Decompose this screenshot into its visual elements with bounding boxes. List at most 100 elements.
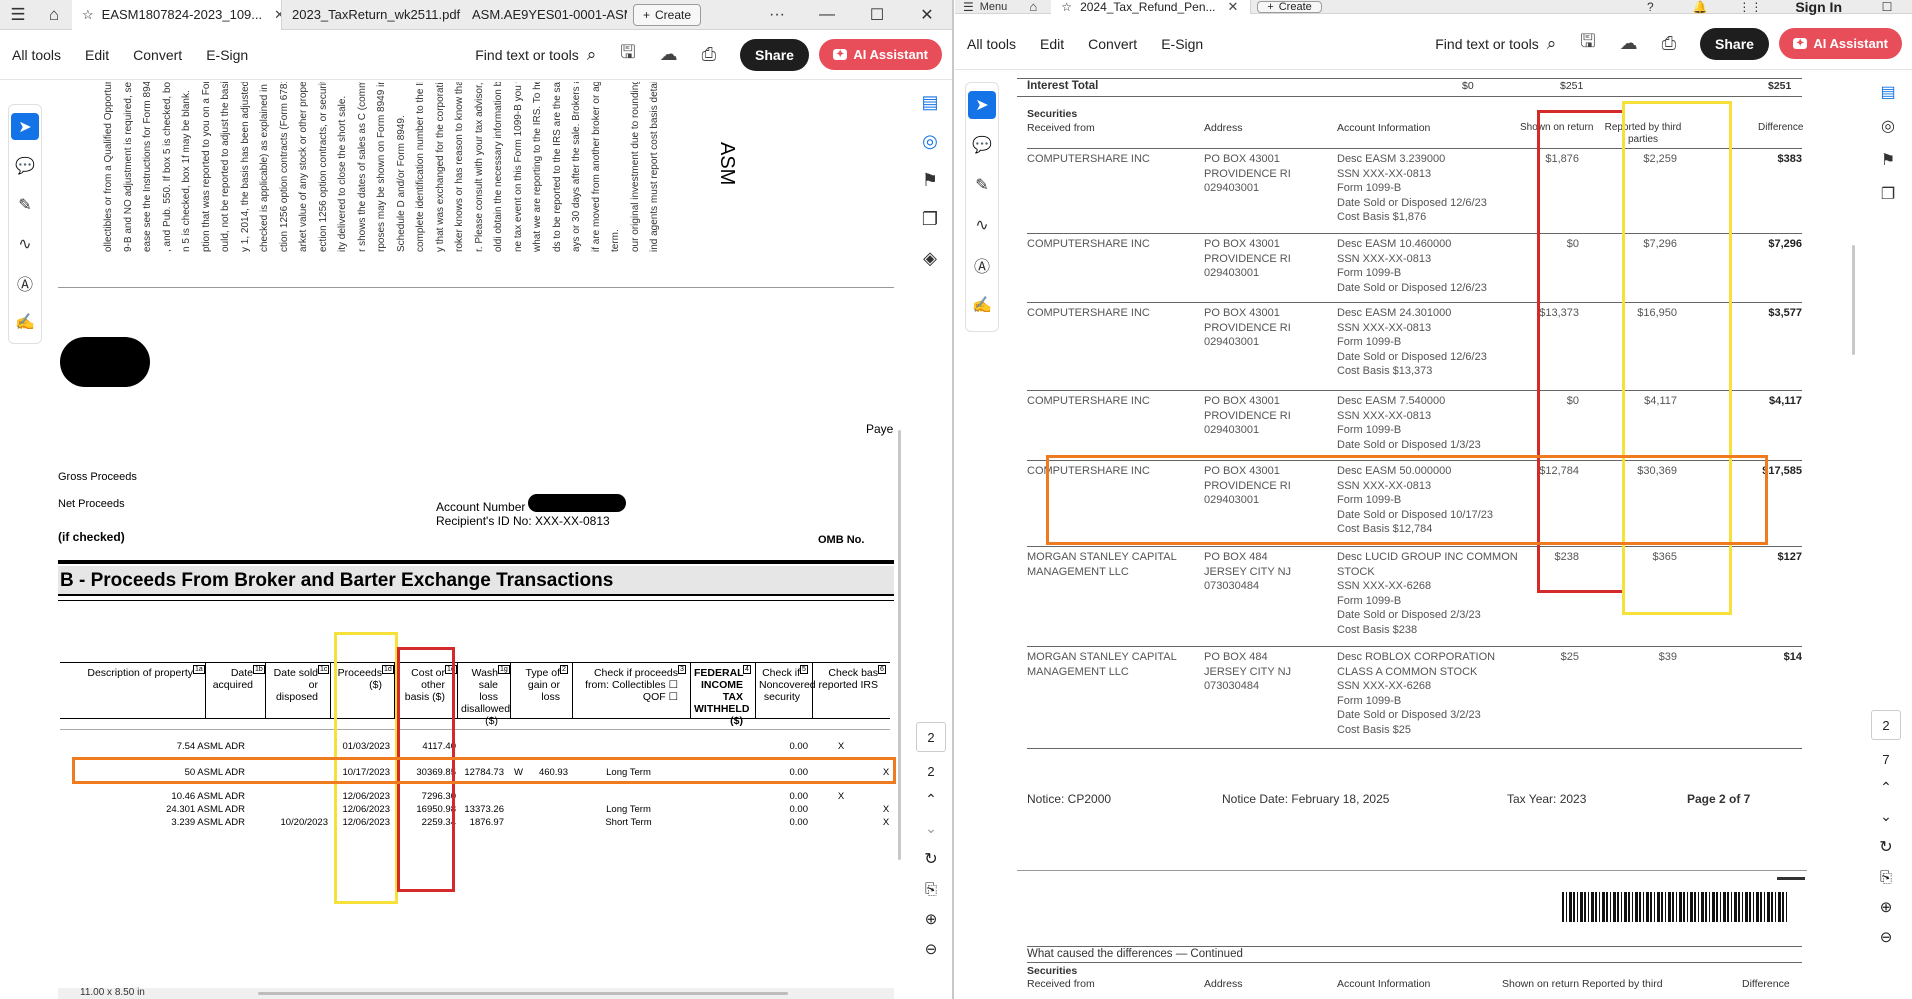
text-select-icon[interactable]: Ⓐ bbox=[968, 251, 996, 279]
horizontal-scrollbar[interactable] bbox=[258, 992, 788, 995]
apps-grid-icon[interactable]: ⋮⋮ bbox=[1725, 0, 1775, 14]
find-text-tools[interactable]: Find text or tools ⌕ bbox=[1435, 34, 1556, 54]
cell-address: 073030484 bbox=[1204, 680, 1260, 692]
page-number-box[interactable]: 2 bbox=[916, 722, 946, 752]
comment-icon[interactable]: 💬 bbox=[968, 131, 996, 159]
star-icon[interactable]: ☆ bbox=[1061, 0, 1072, 14]
cell-account: CLASS A COMMON STOCK bbox=[1337, 665, 1478, 678]
comment-icon[interactable]: 💬 bbox=[11, 152, 39, 179]
menu-convert[interactable]: Convert bbox=[121, 47, 194, 63]
rotated-text-line: roker knows or has reason to know that a bbox=[454, 82, 465, 252]
account-number-label: Account Number bbox=[436, 500, 526, 514]
page-up-icon[interactable]: ⌃ bbox=[925, 791, 937, 808]
ai-summary-icon[interactable]: ▤ bbox=[921, 92, 938, 113]
column-header: Wash sale loss disallowed ($) bbox=[461, 667, 511, 727]
cell-cost: 1876.97 bbox=[469, 817, 504, 828]
left-vertical-scrollbar[interactable] bbox=[898, 430, 901, 860]
draw-freeform-icon[interactable]: ∿ bbox=[968, 211, 996, 239]
draw-freeform-icon[interactable]: ∿ bbox=[11, 230, 39, 257]
cell-reported: $2,259 bbox=[1643, 153, 1677, 165]
create-button[interactable]: + Create bbox=[1257, 0, 1322, 13]
right-vertical-scrollbar[interactable] bbox=[1852, 245, 1855, 355]
menu-convert[interactable]: Convert bbox=[1076, 36, 1149, 52]
menu-all-tools[interactable]: All tools bbox=[0, 47, 73, 63]
bookmark-icon[interactable]: ⚑ bbox=[922, 170, 938, 191]
bookmark-icon[interactable]: ⚑ bbox=[1881, 150, 1895, 170]
select-cursor-icon[interactable]: ➤ bbox=[11, 113, 39, 140]
highlight-pen-icon[interactable]: ✎ bbox=[11, 191, 39, 218]
tab-2023-taxreturn[interactable]: 2023_TaxReturn_wk2511.pdf bbox=[282, 0, 462, 30]
highlight-pen-icon[interactable]: ✎ bbox=[968, 171, 996, 199]
select-cursor-icon[interactable]: ➤ bbox=[968, 91, 996, 119]
minimize-icon[interactable]: — bbox=[802, 6, 852, 24]
upload-cloud-icon[interactable]: ☁ bbox=[660, 44, 678, 65]
refresh-icon[interactable]: ↻ bbox=[924, 849, 937, 869]
column-divider bbox=[330, 663, 331, 719]
menu-esign[interactable]: E-Sign bbox=[194, 47, 260, 63]
zoom-in-icon[interactable]: ⊕ bbox=[1880, 898, 1893, 916]
cell-sold: 12/06/2023 bbox=[342, 817, 390, 828]
menu-edit[interactable]: Edit bbox=[73, 47, 121, 63]
pages-icon[interactable]: ❐ bbox=[922, 209, 938, 230]
rotated-text-line: if are moved from another broker or agen… bbox=[590, 82, 602, 252]
layers-icon[interactable]: ◈ bbox=[923, 248, 937, 269]
save-icon[interactable]: 🖫 bbox=[1580, 29, 1595, 59]
page-up-icon[interactable]: ⌃ bbox=[1880, 779, 1892, 796]
upload-cloud-icon[interactable]: ☁ bbox=[1620, 33, 1638, 54]
rotated-text-line: ection 1256 option contracts, or securit… bbox=[317, 82, 329, 252]
maximize-icon[interactable]: ☐ bbox=[1862, 0, 1912, 14]
create-button[interactable]: + Create bbox=[633, 3, 702, 26]
zoom-out-icon[interactable]: ⊖ bbox=[925, 940, 938, 958]
star-icon[interactable]: ☆ bbox=[82, 7, 94, 23]
ai-assistant-button[interactable]: ✦ AI Assistant bbox=[1778, 28, 1902, 59]
cell-account: Cost Basis $13,373 bbox=[1337, 365, 1433, 377]
fill-sign-icon[interactable]: ✍ bbox=[11, 308, 39, 335]
column-divider bbox=[394, 663, 395, 719]
share-button[interactable]: Share bbox=[1700, 27, 1769, 60]
page-down-icon[interactable]: ⌄ bbox=[1880, 808, 1892, 825]
pages-icon[interactable]: ❐ bbox=[1881, 184, 1895, 204]
right-tab-bar: ☰ Menu ⌂ ☆ 2024_Tax_Refund_Pen... ✕ + Create… bbox=[955, 0, 1912, 15]
zoom-out-icon[interactable]: ⊖ bbox=[1880, 928, 1893, 946]
maximize-icon[interactable]: ☐ bbox=[852, 5, 902, 25]
comment-bubble-icon[interactable]: ◎ bbox=[922, 131, 938, 152]
comment-bubble-icon[interactable]: ◎ bbox=[1881, 116, 1895, 136]
cell-shown: $12,784 bbox=[1539, 465, 1579, 477]
find-text-tools[interactable]: Find text or tools ⌕ bbox=[475, 45, 596, 65]
share-button[interactable]: Share bbox=[740, 38, 809, 71]
print-icon[interactable]: ⎙ bbox=[702, 44, 716, 65]
notification-bell-icon[interactable]: 🔔 bbox=[1675, 0, 1725, 14]
home-icon[interactable]: ⌂ bbox=[1015, 0, 1051, 14]
menu-all-tools[interactable]: All tools bbox=[955, 36, 1028, 52]
cell-proceeds: 2259.34 bbox=[421, 817, 456, 828]
help-icon[interactable]: ? bbox=[1625, 0, 1675, 14]
zoom-in-icon[interactable]: ⊕ bbox=[925, 910, 938, 928]
rule bbox=[1027, 962, 1802, 963]
tab-asm-ae9yes[interactable]: ASM.AE9YES01-0001-ASM-... bbox=[462, 0, 627, 30]
tab-easm-1099[interactable]: ☆ EASM1807824-2023_109... ✕ bbox=[72, 0, 282, 30]
page-fit-icon[interactable]: ⎘ bbox=[925, 881, 937, 898]
print-icon[interactable]: ⎙ bbox=[1662, 33, 1676, 54]
right-acrobat-window: ☰ Menu ⌂ ☆ 2024_Tax_Refund_Pen... ✕ + Create… bbox=[955, 0, 1912, 999]
menu-edit[interactable]: Edit bbox=[1028, 36, 1076, 52]
refresh-icon[interactable]: ↻ bbox=[1879, 837, 1892, 857]
page-number-box[interactable]: 2 bbox=[1871, 710, 1901, 740]
page-down-icon[interactable]: ⌄ bbox=[925, 820, 937, 837]
hamburger-menu-icon[interactable]: ☰ bbox=[0, 0, 36, 30]
menu-button[interactable]: ☰ Menu bbox=[955, 0, 1015, 14]
more-options-icon[interactable]: ··· bbox=[752, 6, 802, 24]
home-icon[interactable]: ⌂ bbox=[36, 0, 72, 30]
save-icon[interactable]: 🖫 bbox=[620, 40, 635, 70]
sign-in-link[interactable]: Sign In bbox=[1795, 0, 1842, 15]
ai-assistant-button[interactable]: ✦ AI Assistant bbox=[818, 39, 942, 70]
window-close-icon[interactable]: ✕ bbox=[902, 5, 952, 25]
menu-esign[interactable]: E-Sign bbox=[1149, 36, 1215, 52]
close-icon[interactable]: ✕ bbox=[1228, 0, 1239, 14]
ai-summary-icon[interactable]: ▤ bbox=[1880, 82, 1895, 102]
text-select-icon[interactable]: Ⓐ bbox=[11, 269, 39, 296]
page-fit-icon[interactable]: ⎘ bbox=[1880, 869, 1892, 886]
page-mark bbox=[1777, 877, 1805, 880]
close-icon[interactable]: ✕ bbox=[274, 7, 281, 23]
fill-sign-icon[interactable]: ✍ bbox=[968, 291, 996, 319]
tab-2024-tax-refund[interactable]: ☆ 2024_Tax_Refund_Pen... ✕ bbox=[1051, 0, 1252, 14]
